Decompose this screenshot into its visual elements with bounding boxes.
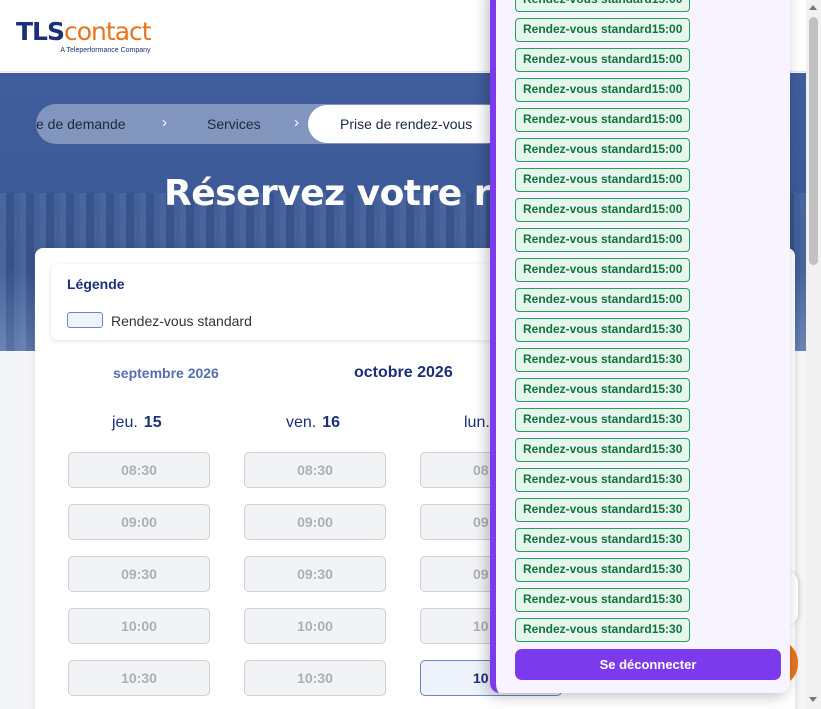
logo-tagline: A Teleperformance Company — [60, 47, 151, 54]
logout-button[interactable]: Se déconnecter — [515, 649, 781, 680]
time-slot[interactable]: 08:30 — [68, 452, 210, 488]
slot-badge[interactable]: Rendez-vous standard15:00 — [515, 228, 691, 252]
month-tab-current[interactable]: octobre 2026 — [354, 364, 453, 382]
slots-overlay-panel: Rendez-vous standard15:00 Rendez-vous st… — [490, 0, 790, 693]
slot-badge[interactable]: Rendez-vous standard15:00 — [515, 0, 691, 12]
slot-badge[interactable]: Rendez-vous standard15:30 — [515, 348, 691, 372]
slot-badge[interactable]: Rendez-vous standard15:30 — [515, 588, 691, 612]
time-slot[interactable]: 10:00 — [68, 608, 210, 644]
slot-badge[interactable]: Rendez-vous standard15:30 — [515, 408, 691, 432]
day-header: jeu. 15 — [112, 414, 162, 431]
slot-badge[interactable]: Rendez-vous standard15:00 — [515, 138, 691, 162]
slot-badge[interactable]: Rendez-vous standard15:30 — [515, 438, 691, 462]
slot-badge[interactable]: Rendez-vous standard15:00 — [515, 288, 691, 312]
slot-badge[interactable]: Rendez-vous standard15:30 — [515, 378, 691, 402]
breadcrumb-step-demande[interactable]: e de demande — [36, 104, 126, 144]
breadcrumb-step-active: Prise de rendez-vous — [308, 105, 506, 143]
slot-badge[interactable]: Rendez-vous standard15:00 — [515, 108, 691, 132]
time-slot[interactable]: 10:30 — [244, 660, 386, 696]
time-slot[interactable]: 09:30 — [68, 556, 210, 592]
time-slot[interactable]: 08:30 — [244, 452, 386, 488]
legend-title: Légende — [67, 276, 125, 292]
slot-badge[interactable]: Rendez-vous standard15:00 — [515, 258, 691, 282]
legend-box: Légende Rendez-vous standard — [51, 264, 501, 340]
legend-label-standard: Rendez-vous standard — [111, 313, 252, 329]
breadcrumb-step-services[interactable]: Services — [207, 104, 261, 144]
scrollbar-thumb[interactable] — [809, 17, 818, 265]
chevron-right-icon: › — [162, 114, 167, 131]
time-slot[interactable]: 10:30 — [68, 660, 210, 696]
chevron-right-icon: › — [294, 114, 299, 131]
slot-badge[interactable]: Rendez-vous standard15:00 — [515, 198, 691, 222]
slot-badge[interactable]: Rendez-vous standard15:30 — [515, 618, 691, 642]
time-slot[interactable]: 09:30 — [244, 556, 386, 592]
breadcrumb: e de demande › Services › Prise de rende… — [36, 104, 506, 144]
month-tab-prev[interactable]: septembre 2026 — [113, 365, 219, 381]
day-header: ven. 16 — [286, 414, 341, 431]
slot-badge[interactable]: Rendez-vous standard15:00 — [515, 78, 691, 102]
time-slot[interactable]: 09:00 — [68, 504, 210, 540]
slot-badge[interactable]: Rendez-vous standard15:30 — [515, 558, 691, 582]
slot-badge[interactable]: Rendez-vous standard15:00 — [515, 48, 691, 72]
slot-badge[interactable]: Rendez-vous standard15:30 — [515, 468, 691, 492]
scroll-down-arrow-icon[interactable] — [809, 697, 817, 702]
time-slot[interactable]: 09:00 — [244, 504, 386, 540]
legend-swatch-standard — [67, 312, 103, 328]
slot-badge[interactable]: Rendez-vous standard15:00 — [515, 168, 691, 192]
slot-badge[interactable]: Rendez-vous standard15:30 — [515, 318, 691, 342]
slot-badge[interactable]: Rendez-vous standard15:30 — [515, 498, 691, 522]
time-slot[interactable]: 10:00 — [244, 608, 386, 644]
page-title: Réservez votre ren — [164, 173, 541, 214]
scroll-up-arrow-icon[interactable] — [809, 5, 817, 10]
tlscontact-logo[interactable]: TLScontact A Teleperformance Company — [16, 18, 152, 55]
slot-badge[interactable]: Rendez-vous standard15:30 — [515, 528, 691, 552]
slot-badge[interactable]: Rendez-vous standard15:00 — [515, 18, 691, 42]
